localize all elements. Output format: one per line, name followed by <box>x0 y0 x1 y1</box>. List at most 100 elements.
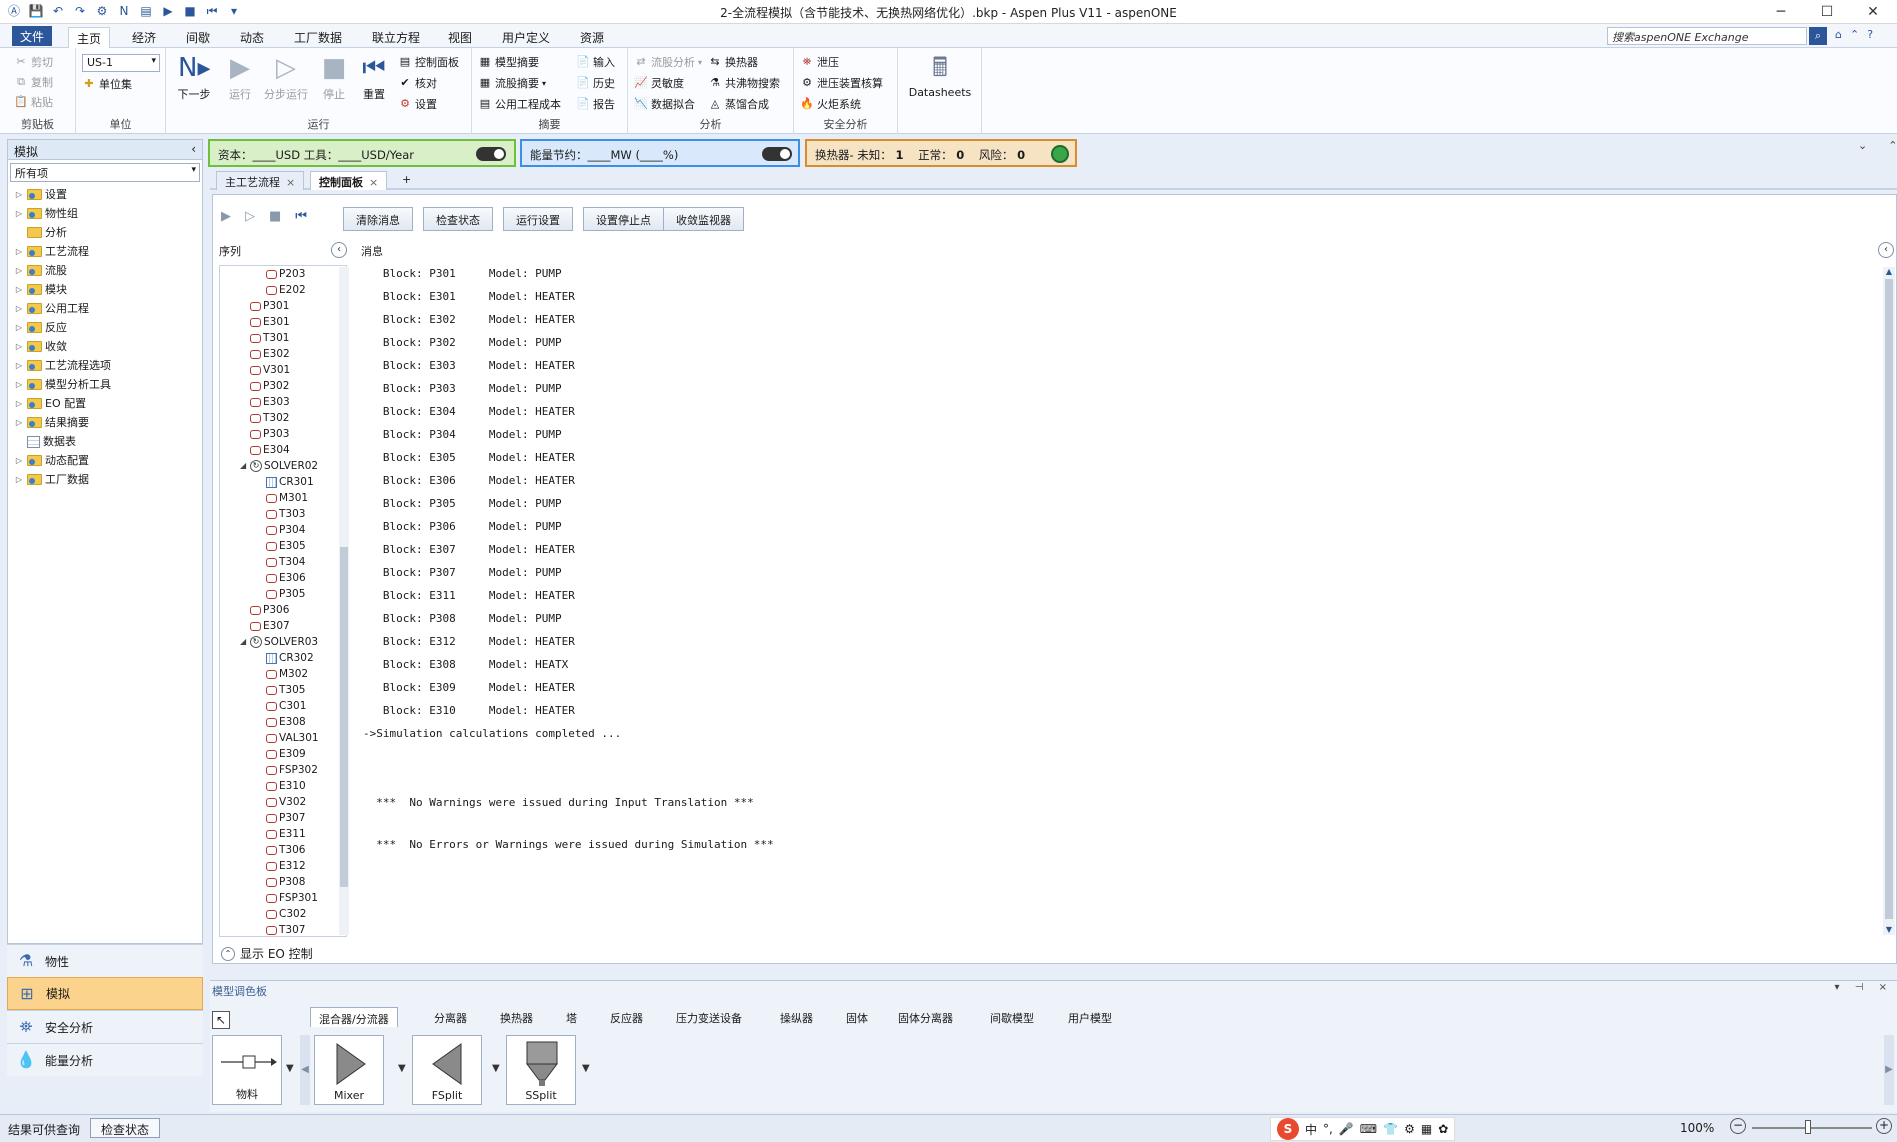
check-status-status-button[interactable]: 检查状态 <box>90 1118 161 1138</box>
run-button[interactable]: ▶ 运行 <box>218 52 262 102</box>
expand-arrow-icon[interactable]: ▷ <box>14 394 24 413</box>
sequence-item[interactable]: E301 <box>250 314 290 330</box>
nav-item[interactable]: ▷ 流股 <box>14 261 202 280</box>
palette-tab-pressure-changers[interactable]: 压力变送设备 <box>668 1007 750 1027</box>
palette-tab-exchangers[interactable]: 换热器 <box>492 1007 541 1027</box>
copy-button[interactable]: ⧉ 复制 <box>14 74 53 90</box>
zoom-in-icon[interactable]: + <box>1876 1118 1892 1134</box>
palette-tab-reactors[interactable]: 反应器 <box>602 1007 651 1027</box>
expand-arrow-icon[interactable]: ▷ <box>14 337 24 356</box>
sequence-item[interactable]: E310 <box>266 778 306 794</box>
sequence-item[interactable]: P301 <box>250 298 289 314</box>
expand-arrow-icon[interactable]: ▷ <box>14 470 24 489</box>
utility-costs-button[interactable]: ▤ 公用工程成本 <box>478 96 561 112</box>
sequence-item[interactable]: VAL301 <box>266 730 319 746</box>
tab-home[interactable]: 主页 <box>68 27 111 48</box>
palette-tab-mixers-splitters[interactable]: 混合器/分流器 <box>310 1007 398 1027</box>
tab-view[interactable]: 视图 <box>440 27 480 48</box>
convergence-monitor-button[interactable]: 收敛监视器 <box>663 207 744 231</box>
palette-tab-user-models[interactable]: 用户模型 <box>1060 1007 1120 1027</box>
palette-item-material-stream[interactable]: 物料 <box>212 1035 282 1105</box>
sensitivity-button[interactable]: 📈 灵敏度 <box>634 75 684 91</box>
expand-arrow-icon[interactable]: ▷ <box>14 356 24 375</box>
set-stop-point-button[interactable]: 设置停止点 <box>583 207 664 231</box>
collapse-pane-icon[interactable]: ‹ <box>191 142 196 156</box>
scroll-thumb[interactable] <box>340 547 348 887</box>
scroll-thumb[interactable] <box>1885 279 1893 919</box>
nav-item[interactable]: ▷ 设置 <box>14 185 202 204</box>
search-icon[interactable]: ⌕ <box>1809 27 1827 45</box>
tab-batch[interactable]: 间歇 <box>178 27 218 48</box>
palette-tab-manipulators[interactable]: 操纵器 <box>772 1007 821 1027</box>
datasheets-button[interactable]: 🖩 Datasheets <box>908 52 972 99</box>
nav-item[interactable]: ▷ 工艺流程选项 <box>14 356 202 375</box>
stream-summary-button[interactable]: ▦ 流股摘要 ▾ <box>478 75 546 91</box>
status-ok-icon[interactable] <box>1051 145 1069 163</box>
sequence-item[interactable]: P303 <box>250 426 289 442</box>
stop-button[interactable]: ■ 停止 <box>312 52 356 102</box>
palette-tab-columns[interactable]: 塔 <box>558 1007 585 1027</box>
palette-controls-icon[interactable]: ▾ ⊣ × <box>1835 982 1893 993</box>
expand-arrow-icon[interactable]: ▷ <box>14 451 24 470</box>
palette-item-ssplit[interactable]: SSplit <box>506 1035 576 1105</box>
check-status-button[interactable]: 检查状态 <box>423 207 493 231</box>
expand-arrow-icon[interactable]: ▷ <box>14 280 24 299</box>
sequence-item[interactable]: CR302 <box>266 650 314 666</box>
sequence-item[interactable]: E312 <box>266 858 306 874</box>
sequence-item[interactable]: E305 <box>266 538 306 554</box>
close-button[interactable]: ✕ <box>1850 0 1896 24</box>
azeotrope-search-button[interactable]: ⚗ 共沸物搜索 <box>708 75 780 91</box>
expand-arrow-icon[interactable]: ▷ <box>14 261 24 280</box>
pressure-relief-button[interactable]: ⛯ 泄压 <box>800 54 839 70</box>
sequence-item[interactable]: FSP302 <box>266 762 318 778</box>
tab-control-panel[interactable]: 控制面板 × <box>310 171 388 190</box>
data-fit-button[interactable]: 📉 数据拟合 <box>634 96 695 112</box>
nav-item[interactable]: ▷ 反应 <box>14 318 202 337</box>
sequence-item[interactable]: V302 <box>266 794 306 810</box>
sequence-item[interactable]: ◢ ↻ SOLVER02 <box>240 458 318 474</box>
run-settings-button[interactable]: 运行设置 <box>503 207 573 231</box>
sequence-item[interactable]: E202 <box>266 282 306 298</box>
run-icon[interactable]: ▶ <box>221 209 231 224</box>
heat-exchanger-button[interactable]: ⇆ 换热器 <box>708 54 758 70</box>
nav-item[interactable]: ▷ 工厂数据 <box>14 470 202 489</box>
sequence-item[interactable]: M302 <box>266 666 308 682</box>
collapse-messages-icon[interactable]: ‹ <box>1878 242 1894 258</box>
close-tab-icon[interactable]: × <box>369 176 378 189</box>
nav-item[interactable]: ▷ 工艺流程 <box>14 242 202 261</box>
sequence-item[interactable]: E302 <box>250 346 290 362</box>
expand-arrow-icon[interactable]: ▷ <box>14 299 24 318</box>
check-button[interactable]: ✔ 核对 <box>398 75 437 91</box>
expand-arrow-icon[interactable]: ▷ <box>14 185 24 204</box>
show-eo-control-toggle[interactable]: ⌃ 显示 EO 控制 <box>221 945 313 962</box>
close-tab-icon[interactable]: × <box>286 176 295 189</box>
sequence-item[interactable]: P308 <box>266 874 305 890</box>
capital-toggle[interactable] <box>476 147 506 161</box>
expand-arrow-icon[interactable]: ▷ <box>14 413 24 432</box>
model-summary-button[interactable]: ▦ 模型摘要 <box>478 54 539 70</box>
tab-file[interactable]: 文件 <box>12 26 53 46</box>
sequence-item[interactable]: P203 <box>266 266 305 282</box>
tab-main-flowsheet[interactable]: 主工艺流程 × <box>216 171 305 190</box>
nav-item[interactable]: ▷ 物性组 <box>14 204 202 223</box>
zoom-slider-thumb[interactable] <box>1805 1120 1811 1134</box>
sequence-item[interactable]: E309 <box>266 746 306 762</box>
step-button[interactable]: ▷ 分步运行 <box>264 52 308 102</box>
clear-messages-button[interactable]: 清除消息 <box>343 207 413 231</box>
sequence-item[interactable]: T305 <box>266 682 305 698</box>
palette-tab-solids[interactable]: 固体 <box>838 1007 876 1027</box>
sequence-item[interactable]: P302 <box>250 378 289 394</box>
minimize-button[interactable]: ─ <box>1758 0 1804 24</box>
reset-button[interactable]: ⏮ 重置 <box>352 52 396 102</box>
nav-item[interactable]: 分析 <box>14 223 202 242</box>
palette-tab-separators[interactable]: 分离器 <box>426 1007 475 1027</box>
nav-item[interactable]: ▷ 结果摘要 <box>14 413 202 432</box>
zoom-out-icon[interactable]: − <box>1730 1118 1746 1134</box>
sequence-item[interactable]: T302 <box>250 410 289 426</box>
cut-button[interactable]: ✂ 剪切 <box>14 54 53 70</box>
section-properties[interactable]: ⚗ 物性 <box>7 944 203 977</box>
next-button[interactable]: N▸ 下一步 <box>172 52 216 102</box>
collapse-arrow-icon[interactable]: ◢ <box>240 634 248 650</box>
sequence-item[interactable]: P305 <box>266 586 305 602</box>
tab-customize[interactable]: 用户定义 <box>494 27 558 48</box>
